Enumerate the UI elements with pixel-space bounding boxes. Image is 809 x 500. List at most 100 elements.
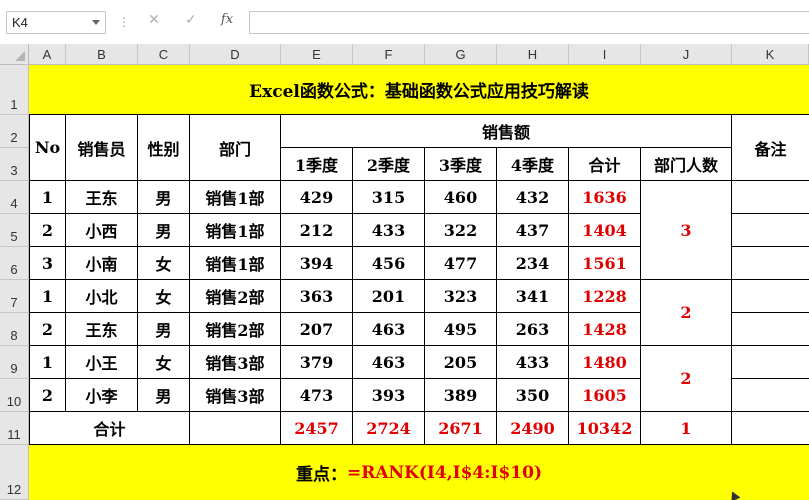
cell-dept-count[interactable]: 2 — [641, 280, 732, 346]
cell-notes[interactable] — [732, 313, 809, 346]
column-header-c[interactable]: C — [138, 44, 190, 65]
cell-total[interactable]: 1636 — [569, 181, 641, 214]
summary-total[interactable]: 10342 — [569, 412, 641, 445]
cell-dept[interactable]: 销售3部 — [190, 379, 281, 412]
chevron-down-icon[interactable] — [92, 20, 100, 25]
cell-q1[interactable]: 363 — [281, 280, 353, 313]
header-total[interactable]: 合计 — [569, 148, 641, 181]
header-notes[interactable]: 备注 — [732, 115, 809, 181]
insert-function-icon[interactable]: fx — [216, 12, 238, 32]
cell-q3[interactable]: 495 — [425, 313, 497, 346]
cell-no[interactable]: 2 — [29, 214, 66, 247]
summary-empty-cell[interactable] — [190, 412, 281, 445]
cell-gender[interactable]: 男 — [138, 214, 190, 247]
more-options-icon[interactable]: ⋮ — [118, 15, 130, 29]
formula-input[interactable] — [249, 11, 809, 34]
header-q4[interactable]: 4季度 — [497, 148, 569, 181]
cell-gender[interactable]: 男 — [138, 313, 190, 346]
cell-q2[interactable]: 393 — [353, 379, 425, 412]
cell-q4[interactable]: 341 — [497, 280, 569, 313]
cell-q4[interactable]: 350 — [497, 379, 569, 412]
cell-notes[interactable] — [732, 247, 809, 280]
row-header-8[interactable]: 8 — [0, 313, 29, 346]
cell-notes[interactable] — [732, 181, 809, 214]
summary-label[interactable]: 合计 — [29, 412, 190, 445]
cell-q2[interactable]: 433 — [353, 214, 425, 247]
cell-q4[interactable]: 234 — [497, 247, 569, 280]
key-point-cell[interactable]: 重点： =RANK(I4,I$4:I$10) — [29, 445, 809, 500]
cell-gender[interactable]: 女 — [138, 346, 190, 379]
column-header-e[interactable]: E — [281, 44, 353, 65]
cell-q4[interactable]: 263 — [497, 313, 569, 346]
cell-q1[interactable]: 212 — [281, 214, 353, 247]
cell-no[interactable]: 2 — [29, 379, 66, 412]
cell-no[interactable]: 1 — [29, 280, 66, 313]
header-q3[interactable]: 3季度 — [425, 148, 497, 181]
cell-q2[interactable]: 463 — [353, 346, 425, 379]
cell-notes[interactable] — [732, 280, 809, 313]
cell-gender[interactable]: 男 — [138, 379, 190, 412]
select-all-button[interactable] — [0, 44, 29, 65]
cell-name[interactable]: 王东 — [66, 313, 138, 346]
cell-dept[interactable]: 销售2部 — [190, 313, 281, 346]
cell-q3[interactable]: 323 — [425, 280, 497, 313]
header-no[interactable]: No — [29, 115, 66, 181]
cell-total[interactable]: 1605 — [569, 379, 641, 412]
cell-q4[interactable]: 433 — [497, 346, 569, 379]
cell-q4[interactable]: 432 — [497, 181, 569, 214]
column-header-a[interactable]: A — [29, 44, 66, 65]
cell-q4[interactable]: 437 — [497, 214, 569, 247]
cell-q3[interactable]: 322 — [425, 214, 497, 247]
cell-q3[interactable]: 205 — [425, 346, 497, 379]
cell-q3[interactable]: 477 — [425, 247, 497, 280]
cell-name[interactable]: 小王 — [66, 346, 138, 379]
summary-notes[interactable] — [732, 412, 809, 445]
header-gender[interactable]: 性别 — [138, 115, 190, 181]
summary-q3[interactable]: 2671 — [425, 412, 497, 445]
cell-name[interactable]: 小南 — [66, 247, 138, 280]
cell-q1[interactable]: 429 — [281, 181, 353, 214]
column-header-j[interactable]: J — [641, 44, 732, 65]
cell-name[interactable]: 小北 — [66, 280, 138, 313]
column-header-d[interactable]: D — [190, 44, 281, 65]
cell-notes[interactable] — [732, 346, 809, 379]
row-header-4[interactable]: 4 — [0, 181, 29, 214]
column-header-h[interactable]: H — [497, 44, 569, 65]
cell-no[interactable]: 3 — [29, 247, 66, 280]
cell-name[interactable]: 小西 — [66, 214, 138, 247]
cell-gender[interactable]: 男 — [138, 181, 190, 214]
column-header-f[interactable]: F — [353, 44, 425, 65]
row-header-3[interactable]: 3 — [0, 148, 29, 181]
enter-icon[interactable]: ✓ — [180, 12, 202, 32]
row-header-10[interactable]: 10 — [0, 379, 29, 412]
row-header-6[interactable]: 6 — [0, 247, 29, 280]
cell-total[interactable]: 1561 — [569, 247, 641, 280]
row-header-12[interactable]: 12 — [0, 445, 29, 500]
summary-q2[interactable]: 2724 — [353, 412, 425, 445]
cell-q3[interactable]: 389 — [425, 379, 497, 412]
cell-q1[interactable]: 379 — [281, 346, 353, 379]
cell-q2[interactable]: 201 — [353, 280, 425, 313]
cell-q3[interactable]: 460 — [425, 181, 497, 214]
header-q2[interactable]: 2季度 — [353, 148, 425, 181]
cell-total[interactable]: 1404 — [569, 214, 641, 247]
cancel-icon[interactable]: ✕ — [143, 12, 165, 32]
cell-q1[interactable]: 394 — [281, 247, 353, 280]
cell-dept-count[interactable]: 3 — [641, 181, 732, 280]
header-dept-count[interactable]: 部门人数 — [641, 148, 732, 181]
cell-gender[interactable]: 女 — [138, 247, 190, 280]
cell-total[interactable]: 1480 — [569, 346, 641, 379]
header-salesperson[interactable]: 销售员 — [66, 115, 138, 181]
cell-name[interactable]: 小李 — [66, 379, 138, 412]
cell-q1[interactable]: 207 — [281, 313, 353, 346]
cell-dept[interactable]: 销售1部 — [190, 214, 281, 247]
header-q1[interactable]: 1季度 — [281, 148, 353, 181]
cell-total[interactable]: 1428 — [569, 313, 641, 346]
cell-dept[interactable]: 销售3部 — [190, 346, 281, 379]
header-sales[interactable]: 销售额 — [281, 115, 732, 148]
row-header-11[interactable]: 11 — [0, 412, 29, 445]
cell-dept-count[interactable]: 2 — [641, 346, 732, 412]
header-department[interactable]: 部门 — [190, 115, 281, 181]
cell-dept[interactable]: 销售1部 — [190, 181, 281, 214]
row-header-9[interactable]: 9 — [0, 346, 29, 379]
